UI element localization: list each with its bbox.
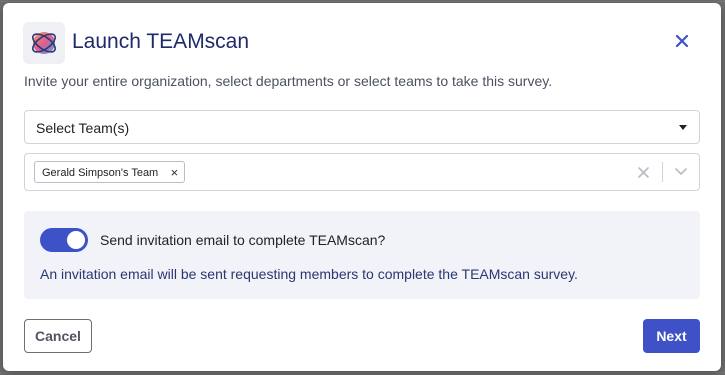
team-chip: Gerald Simpson's Team × xyxy=(34,161,186,184)
selected-teams-field[interactable]: Gerald Simpson's Team × xyxy=(24,153,700,191)
invitation-panel: Send invitation email to complete TEAMsc… xyxy=(24,211,700,299)
toggle-knob xyxy=(67,231,85,249)
clear-all-icon[interactable] xyxy=(633,162,653,182)
invitation-note: An invitation email will be sent request… xyxy=(40,266,578,282)
invitation-toggle-label: Send invitation email to complete TEAMsc… xyxy=(100,232,386,248)
close-icon[interactable] xyxy=(671,30,693,52)
chip-remove-icon[interactable]: × xyxy=(171,162,179,184)
teamscan-logo-icon xyxy=(23,22,65,64)
backdrop-line xyxy=(0,1,725,2)
next-button[interactable]: Next xyxy=(643,319,700,353)
launch-teamscan-modal: Launch TEAMscan Invite your entire organ… xyxy=(3,3,721,371)
team-select-dropdown[interactable]: Select Team(s) xyxy=(24,110,700,144)
chevron-down-icon[interactable] xyxy=(671,162,691,182)
cancel-button[interactable]: Cancel xyxy=(24,319,92,353)
team-select-value: Select Team(s) xyxy=(36,120,130,136)
field-divider xyxy=(662,162,663,182)
backdrop-line xyxy=(0,372,725,373)
invitation-email-toggle[interactable] xyxy=(40,228,88,252)
team-chip-label: Gerald Simpson's Team xyxy=(42,167,159,179)
caret-down-icon xyxy=(679,125,687,130)
modal-title: Launch TEAMscan xyxy=(72,30,250,53)
modal-header: Launch TEAMscan xyxy=(23,22,701,64)
modal-subtitle: Invite your entire organization, select … xyxy=(24,73,553,89)
